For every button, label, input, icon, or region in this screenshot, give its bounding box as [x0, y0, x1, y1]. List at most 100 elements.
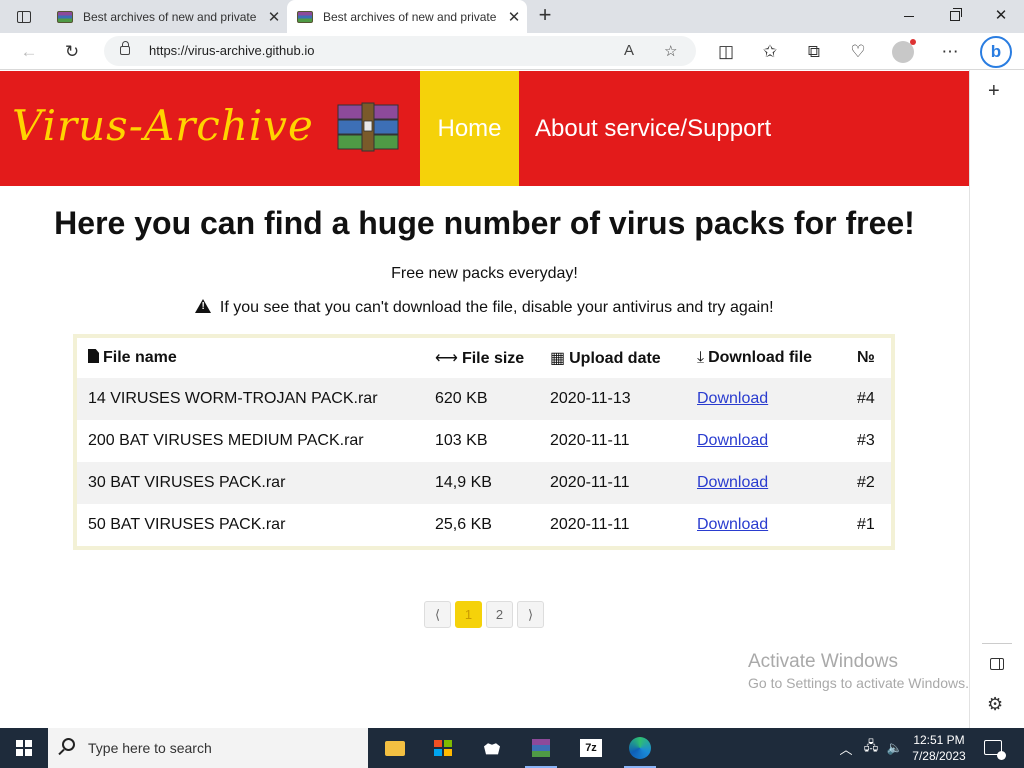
profile-avatar[interactable]	[892, 39, 916, 63]
browser-essentials-button[interactable]: ♡	[843, 37, 873, 67]
notification-center-icon[interactable]	[984, 740, 1006, 760]
number-cell: #3	[857, 432, 875, 449]
nav-about-support[interactable]: About service/Support	[535, 71, 771, 186]
header-upload-date: ▦ Upload date	[550, 350, 661, 367]
browser-tab-2[interactable]: Best archives of new and private ✕	[287, 0, 527, 33]
upload-date-cell: 2020-11-13	[539, 378, 686, 420]
volume-tray-button[interactable]: 🔈	[884, 728, 906, 768]
read-aloud-icon[interactable]: A	[624, 42, 634, 59]
sidebar-settings-gear-icon[interactable]: ⚙	[987, 694, 1003, 715]
url-text[interactable]: https://virus-archive.github.io	[149, 43, 314, 58]
browser-toolbar: ← ↻ https://virus-archive.github.io A ☆ …	[0, 33, 1024, 70]
store-icon	[434, 740, 452, 756]
download-cell: Download	[686, 378, 846, 420]
lock-icon[interactable]	[120, 41, 130, 55]
restore-icon	[950, 8, 962, 22]
watermark-subtitle: Go to Settings to activate Windows.	[748, 675, 969, 691]
download-link[interactable]: Download	[697, 516, 768, 533]
chevron-up-icon: ︿	[839, 741, 853, 757]
page-headline: Here you can find a huge number of virus…	[54, 205, 915, 241]
clock-date: 7/28/2023	[912, 749, 966, 763]
restore-button[interactable]	[932, 0, 978, 33]
page-2-button[interactable]: 2	[486, 601, 513, 628]
7zip-taskbar-button[interactable]: 7z	[567, 728, 615, 768]
collections-button[interactable]: ⧉	[799, 37, 829, 67]
download-icon: ⤓	[697, 349, 705, 366]
taskbar-search-box[interactable]: Type here to search	[48, 728, 368, 768]
start-button[interactable]	[0, 728, 48, 768]
site-header: Virus-Archive Home About service/Support	[0, 71, 969, 186]
files-table: File name ⟷ File size ▦ Upload date ⤓ Downl…	[73, 334, 895, 550]
page-1-button[interactable]: 1	[455, 601, 482, 628]
split-screen-icon: ◫	[717, 42, 735, 61]
pagination: ⟨ 1 2 ⟩	[424, 601, 544, 628]
favorite-star-icon[interactable]: ☆	[664, 42, 677, 60]
file-size-cell: 25,6 KB	[435, 516, 492, 533]
more-dots-icon: ⋯	[941, 42, 959, 61]
minimize-button[interactable]	[886, 0, 932, 33]
warning-text: If you see that you can't download the f…	[219, 299, 774, 316]
upload-date-cell: 2020-11-11	[539, 462, 686, 504]
file-size-cell: 103 KB	[435, 432, 488, 449]
table-row: 200 BAT VIRUSES MEDIUM PACK.rar 103 KB 2…	[77, 420, 891, 462]
close-window-button[interactable]: ✕	[978, 0, 1024, 33]
file-name-cell: 50 BAT VIRUSES PACK.rar	[88, 516, 286, 533]
watermark-title: Activate Windows	[748, 651, 898, 672]
table-header-row: File name ⟷ File size ▦ Upload date ⤓ Downl…	[77, 338, 891, 378]
show-hidden-icons-button[interactable]: ︿	[836, 728, 856, 768]
bug-icon	[484, 743, 500, 755]
file-name-cell: 30 BAT VIRUSES PACK.rar	[77, 462, 424, 504]
7zip-icon: 7z	[580, 739, 602, 757]
search-icon	[62, 738, 75, 751]
bug-app-taskbar-button[interactable]	[468, 728, 516, 768]
bing-chat-button[interactable]: b	[980, 36, 1012, 68]
network-tray-button[interactable]: 🖧	[860, 728, 882, 768]
file-size-cell: 14,9 KB	[424, 462, 539, 504]
tab-actions-icon	[17, 11, 31, 23]
nav-home[interactable]: Home	[420, 71, 519, 186]
subtitle: Free new packs everyday!	[391, 265, 578, 282]
number-cell: #1	[857, 516, 875, 533]
prev-page-button[interactable]: ⟨	[424, 601, 451, 628]
tab-title: Best archives of new and private	[323, 9, 497, 24]
header-file-size: ⟷ File size	[435, 350, 525, 367]
download-link[interactable]: Download	[697, 390, 768, 407]
favorites-button[interactable]: ✩	[755, 37, 785, 67]
download-cell: Download	[686, 504, 846, 546]
folder-icon	[385, 740, 405, 756]
download-link[interactable]: Download	[697, 432, 768, 449]
file-name-cell: 14 VIRUSES WORM-TROJAN PACK.rar	[77, 378, 424, 420]
split-screen-button[interactable]: ◫	[711, 37, 741, 67]
refresh-icon: ↻	[64, 42, 80, 61]
antivirus-warning: If you see that you can't download the f…	[0, 299, 969, 317]
file-explorer-taskbar-button[interactable]	[371, 728, 419, 768]
settings-more-button[interactable]: ⋯	[935, 37, 965, 67]
tab-title: Best archives of new and private	[83, 9, 257, 24]
winrar-taskbar-button[interactable]	[517, 728, 565, 768]
add-sidebar-app-icon[interactable]: +	[988, 80, 1000, 103]
close-tab-icon[interactable]: ✕	[261, 8, 287, 26]
edge-taskbar-button[interactable]	[616, 728, 664, 768]
sidebar-divider	[982, 643, 1012, 644]
new-tab-button[interactable]: +	[534, 3, 556, 29]
download-cell: Download	[686, 462, 846, 504]
tab-strip: Best archives of new and private ✕ Best …	[0, 0, 1024, 33]
back-button[interactable]: ←	[14, 37, 44, 67]
refresh-button[interactable]: ↻	[57, 37, 87, 67]
file-icon	[88, 349, 99, 363]
activate-windows-watermark: Activate Windows Go to Settings to activ…	[748, 651, 969, 691]
browser-tab-1[interactable]: Best archives of new and private ✕	[47, 0, 287, 33]
close-tab-icon[interactable]: ✕	[501, 8, 527, 26]
next-page-button[interactable]: ⟩	[517, 601, 544, 628]
site-logo-text[interactable]: Virus-Archive	[12, 101, 314, 150]
address-bar[interactable]: https://virus-archive.github.io A ☆	[104, 36, 696, 66]
search-placeholder: Type here to search	[88, 740, 212, 756]
bing-icon: b	[990, 42, 1002, 61]
download-link[interactable]: Download	[697, 474, 768, 491]
warning-triangle-icon	[195, 299, 212, 313]
store-taskbar-button[interactable]	[419, 728, 467, 768]
header-number: №	[857, 349, 875, 366]
taskbar-clock[interactable]: 12:51 PM 7/28/2023	[910, 732, 968, 764]
hide-sidebar-icon[interactable]	[990, 658, 1004, 670]
tab-actions-button[interactable]	[8, 6, 40, 28]
